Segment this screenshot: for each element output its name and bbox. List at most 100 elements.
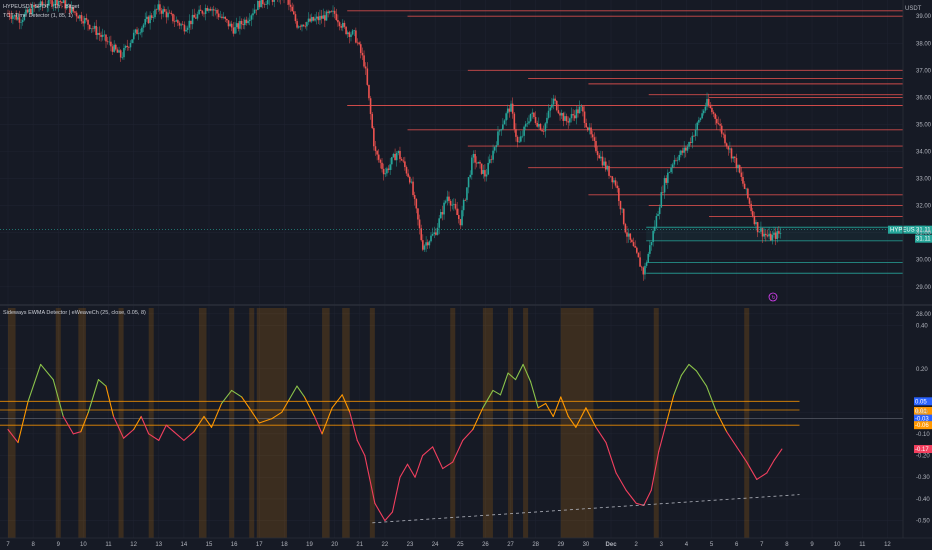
candle-body xyxy=(307,18,310,23)
candle-body xyxy=(216,9,218,14)
candle-body xyxy=(484,170,486,177)
candle-body xyxy=(296,21,298,28)
candle-body xyxy=(474,153,476,163)
y-tick-label: 34.00 xyxy=(916,150,932,156)
candle-body xyxy=(533,112,535,118)
candle-body xyxy=(500,129,503,131)
candle-body xyxy=(436,227,439,235)
candle-body xyxy=(177,20,179,23)
candle-body xyxy=(353,30,356,32)
osc-y-tick-label: -0.40 xyxy=(916,497,930,503)
candle-body xyxy=(144,19,146,25)
candle-body xyxy=(124,45,127,48)
osc-y-tick-label: -0.30 xyxy=(916,475,930,481)
candle-body xyxy=(239,20,241,29)
candle-body xyxy=(657,214,659,217)
candle-body xyxy=(591,134,594,138)
candle-body xyxy=(168,12,171,14)
candle-body xyxy=(131,39,133,43)
candle-body xyxy=(118,50,120,53)
candle-body xyxy=(248,19,251,22)
candle-body xyxy=(214,9,217,11)
candle-body xyxy=(521,135,524,137)
candle-body xyxy=(760,228,762,232)
candle-body xyxy=(97,32,99,35)
candle-body xyxy=(83,18,86,24)
candle-body xyxy=(162,9,164,14)
candle-body xyxy=(163,9,166,12)
candle-body xyxy=(733,156,736,159)
candle-body xyxy=(340,26,342,28)
candle-body xyxy=(297,26,300,28)
candle-body xyxy=(312,17,315,21)
candle-body xyxy=(82,21,84,24)
candle-body xyxy=(459,218,462,226)
candle-body xyxy=(456,208,458,215)
candle-body xyxy=(154,9,156,18)
candle-body xyxy=(766,235,769,237)
candle-body xyxy=(391,157,393,165)
candle-body xyxy=(244,19,246,26)
candle-body xyxy=(149,15,151,24)
candle-body xyxy=(129,42,132,48)
candle-body xyxy=(407,173,409,177)
candle-body xyxy=(392,153,395,158)
candle-body xyxy=(80,15,83,22)
candle-body xyxy=(631,239,633,243)
candle-body xyxy=(443,202,445,215)
candle-body xyxy=(404,161,406,168)
sideways-zone xyxy=(450,308,456,538)
candle-body xyxy=(386,168,388,174)
candle-body xyxy=(600,156,602,159)
x-tick-label: 24 xyxy=(432,542,439,548)
candle-body xyxy=(678,154,681,161)
candle-body xyxy=(395,153,398,161)
x-tick-label: 10 xyxy=(80,542,87,548)
x-tick-label: 30 xyxy=(583,542,590,548)
candle-body xyxy=(134,29,137,33)
candle-body xyxy=(110,41,112,47)
candle-body xyxy=(193,14,195,18)
candle-body xyxy=(492,150,494,160)
candle-body xyxy=(106,41,109,43)
candle-body xyxy=(580,106,583,107)
candle-body xyxy=(722,133,725,135)
candle-body xyxy=(310,17,313,22)
candle-body xyxy=(75,12,78,17)
indicator-legend-oscillator: Sideways EWMA Detector | eWeaveCh (25, c… xyxy=(3,310,146,316)
candle-body xyxy=(147,16,150,24)
candle-body xyxy=(293,11,295,15)
y-tick-label: 28.00 xyxy=(916,312,932,318)
candle-body xyxy=(538,123,540,127)
candle-body xyxy=(141,27,143,33)
candle-body xyxy=(771,234,774,241)
candle-body xyxy=(85,18,88,20)
candle-body xyxy=(389,164,391,170)
candle-body xyxy=(477,161,480,164)
candle-body xyxy=(603,161,605,166)
x-tick-label: 21 xyxy=(356,542,363,548)
candle-body xyxy=(637,252,640,258)
y-tick-label: 31.00 xyxy=(916,231,932,237)
candle-body xyxy=(698,120,700,123)
symbol-title: HYPEUSDT SPOT · 1h · Bitget xyxy=(3,4,80,10)
candle-body xyxy=(150,15,153,18)
candle-body xyxy=(304,25,307,27)
osc-value-text: -0.06 xyxy=(915,423,929,429)
candle-body xyxy=(712,112,715,114)
candle-body xyxy=(98,32,101,35)
candle-body xyxy=(523,126,525,136)
candle-body xyxy=(644,265,646,275)
candle-body xyxy=(271,0,274,2)
candle-body xyxy=(237,23,240,29)
candle-body xyxy=(374,146,377,151)
candle-body xyxy=(689,142,692,143)
candle-body xyxy=(769,233,772,241)
x-tick-label: 22 xyxy=(382,542,389,548)
candle-body xyxy=(288,0,290,5)
candle-body xyxy=(61,1,63,4)
candle-body xyxy=(317,16,320,21)
candle-body xyxy=(121,57,124,58)
candle-body xyxy=(567,121,570,123)
candle-body xyxy=(444,201,447,203)
